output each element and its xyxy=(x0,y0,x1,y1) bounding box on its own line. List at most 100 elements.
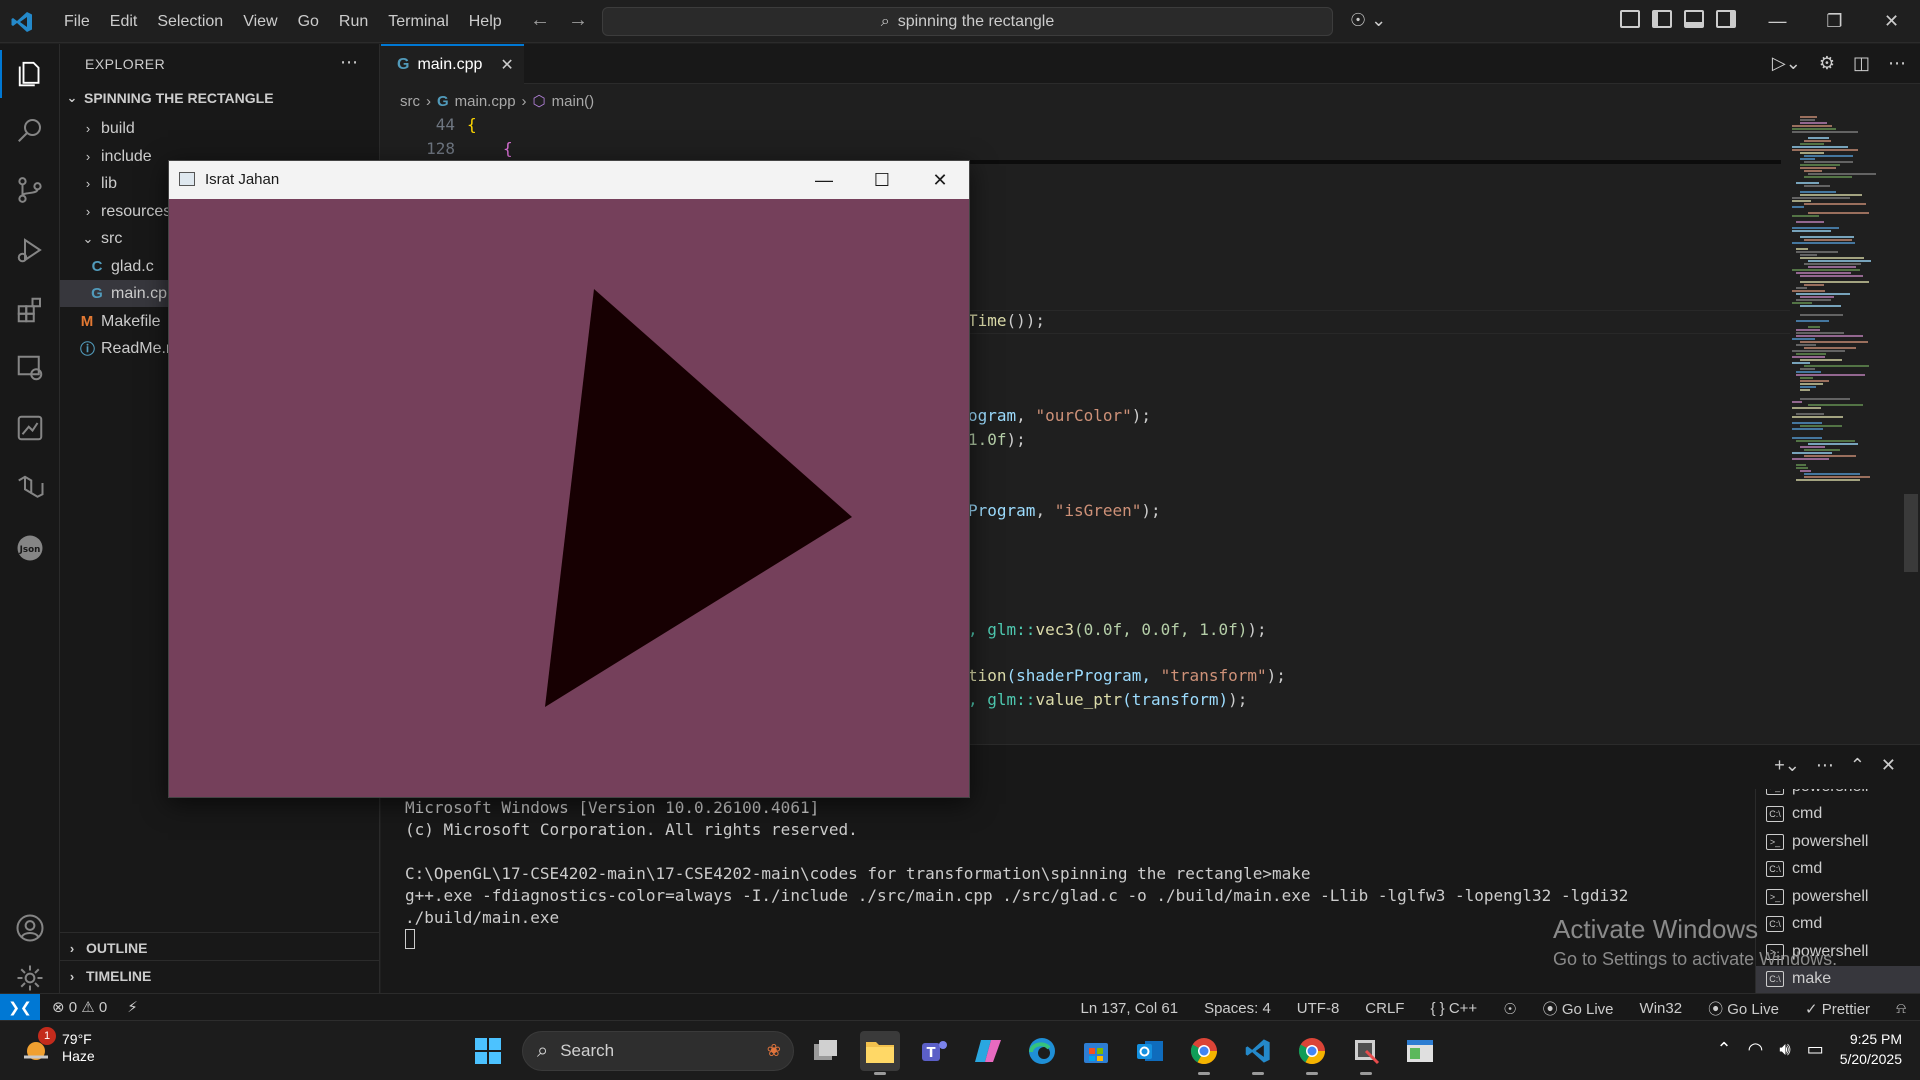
clock[interactable]: 9:25 PM 5/20/2025 xyxy=(1840,1029,1902,1069)
vscode-icon[interactable] xyxy=(1238,1031,1278,1075)
windows-start-icon[interactable] xyxy=(468,1031,508,1071)
menu-go[interactable]: Go xyxy=(288,13,329,31)
remote-indicator-icon[interactable]: ❯❮ xyxy=(0,994,40,1020)
more-actions-icon[interactable]: ⋯ xyxy=(1816,755,1834,776)
opengl-canvas[interactable] xyxy=(169,199,969,797)
tree-folder-build[interactable]: › build xyxy=(82,115,135,142)
menu-run[interactable]: Run xyxy=(329,13,378,31)
menu-file[interactable]: File xyxy=(54,13,100,31)
volume-icon[interactable]: 🔊︎ xyxy=(1779,1039,1790,1060)
breadcrumb-symbol[interactable]: main() xyxy=(552,93,595,110)
glfw-render-window[interactable]: Israt Jahan — ☐ ✕ xyxy=(168,160,970,798)
close-icon[interactable]: ✕ xyxy=(1863,0,1920,43)
run-debug-icon[interactable] xyxy=(0,226,60,274)
wifi-icon[interactable]: ◠ xyxy=(1748,1039,1764,1060)
split-editor-icon[interactable]: ◫ xyxy=(1853,53,1870,74)
copilot-icon[interactable] xyxy=(968,1031,1008,1071)
more-actions-icon[interactable]: ⋯ xyxy=(1888,53,1906,74)
toggle-primary-sidebar-icon[interactable] xyxy=(1652,10,1672,28)
tree-folder-src[interactable]: ⌄ src xyxy=(82,225,123,252)
source-control-icon[interactable] xyxy=(0,166,60,214)
snipping-tool-icon[interactable] xyxy=(1346,1031,1386,1075)
command-center[interactable]: ⌕ spinning the rectangle xyxy=(602,7,1333,36)
breadcrumb-file[interactable]: main.cpp xyxy=(455,93,516,110)
more-actions-icon[interactable]: ⋯ xyxy=(340,52,358,73)
line-ending[interactable]: CRLF xyxy=(1365,1000,1404,1017)
terminal-session-cmd[interactable]: C:\ cmd xyxy=(1756,801,1920,828)
platform[interactable]: Win32 xyxy=(1640,1000,1683,1017)
back-arrow-icon[interactable]: ← xyxy=(530,9,550,32)
terminal-session-powershell[interactable]: >_ powershell xyxy=(1756,789,1920,800)
extensions-icon[interactable] xyxy=(0,286,60,334)
encoding[interactable]: UTF-8 xyxy=(1297,1000,1340,1017)
tree-file-glad-c[interactable]: C glad.c xyxy=(90,253,154,280)
close-panel-icon[interactable]: ✕ xyxy=(1881,755,1896,776)
menu-terminal[interactable]: Terminal xyxy=(378,13,458,31)
account-icon[interactable] xyxy=(0,904,60,952)
explorer-icon[interactable] xyxy=(0,50,60,98)
timeline-section-header[interactable]: › TIMELINE xyxy=(66,968,152,984)
battery-icon[interactable]: ▭ xyxy=(1807,1039,1824,1060)
menu-edit[interactable]: Edit xyxy=(100,13,148,31)
language-mode[interactable]: { } C++ xyxy=(1430,1000,1477,1017)
file-explorer-icon[interactable] xyxy=(860,1031,900,1075)
settings-gear-icon[interactable] xyxy=(0,964,60,992)
copilot-status-icon[interactable]: ☉ xyxy=(1503,1000,1516,1018)
menu-selection[interactable]: Selection xyxy=(147,13,233,31)
tree-folder-resources[interactable]: › resources xyxy=(82,198,171,225)
minimap[interactable] xyxy=(1782,112,1904,492)
tree-file-makefile[interactable]: M Makefile xyxy=(80,308,161,335)
lightning-icon[interactable]: ⚡ xyxy=(127,998,138,1016)
go-live-button-1[interactable]: ⦿ Go Live xyxy=(1543,998,1614,1019)
chrome-icon[interactable] xyxy=(1184,1031,1224,1075)
remote-explorer-icon[interactable] xyxy=(0,344,60,392)
laravel-icon[interactable] xyxy=(0,464,60,512)
tab-close-icon[interactable]: ✕ xyxy=(500,55,513,75)
prettier-button[interactable]: ✓ Prettier xyxy=(1805,1000,1870,1018)
show-hidden-icons-chevron-icon[interactable]: ⌃ xyxy=(1717,1039,1732,1060)
drawio-icon[interactable] xyxy=(0,404,60,452)
forward-arrow-icon[interactable]: → xyxy=(568,9,588,32)
task-view-icon[interactable] xyxy=(806,1031,846,1071)
restore-icon[interactable]: ❐ xyxy=(1806,0,1863,43)
weather-widget[interactable]: 1 79°F Haze xyxy=(22,1027,95,1065)
teams-icon[interactable]: T xyxy=(914,1031,954,1071)
minimize-icon[interactable]: — xyxy=(795,161,853,199)
tree-folder-include[interactable]: › include xyxy=(82,143,152,170)
project-folder-header[interactable]: ⌄ SPINNING THE RECTANGLE xyxy=(66,90,274,106)
maximize-icon[interactable]: ☐ xyxy=(853,161,911,199)
minimize-icon[interactable]: — xyxy=(1749,0,1806,43)
cursor-position[interactable]: Ln 137, Col 61 xyxy=(1081,1000,1179,1017)
editor-scrollbar[interactable] xyxy=(1904,494,1918,572)
settings-gear-icon[interactable]: ⚙ xyxy=(1819,53,1835,74)
edge-icon[interactable] xyxy=(1022,1031,1062,1071)
glfw-app-taskbar-icon[interactable] xyxy=(1400,1031,1440,1071)
go-live-button-2[interactable]: ⦿ Go Live xyxy=(1708,998,1779,1019)
microsoft-store-icon[interactable] xyxy=(1076,1031,1116,1071)
chrome-icon-2[interactable] xyxy=(1292,1031,1332,1075)
toggle-secondary-sidebar-icon[interactable] xyxy=(1716,10,1736,28)
copilot-icon[interactable]: ☉ ⌄ xyxy=(1350,10,1386,31)
tab-main-cpp[interactable]: G main.cpp ✕ xyxy=(381,44,524,84)
close-icon[interactable]: ✕ xyxy=(911,161,969,199)
terminal-session-powershell[interactable]: >_ powershell xyxy=(1756,828,1920,855)
terminal-session-cmd[interactable]: C:\ cmd xyxy=(1756,856,1920,883)
outlook-icon[interactable] xyxy=(1130,1031,1170,1071)
notifications-bell-icon[interactable]: ⍾ xyxy=(1896,1000,1906,1017)
json-icon[interactable]: Json xyxy=(0,524,60,572)
problems-indicator[interactable]: ⊗ 0 ⚠ 0 xyxy=(52,998,107,1016)
new-terminal-icon[interactable]: +⌄ xyxy=(1774,755,1800,776)
menu-help[interactable]: Help xyxy=(459,13,512,31)
toggle-panel-icon[interactable] xyxy=(1684,10,1704,28)
indentation[interactable]: Spaces: 4 xyxy=(1204,1000,1271,1017)
maximize-panel-icon[interactable]: ⌃ xyxy=(1850,755,1865,776)
search-icon[interactable] xyxy=(0,106,60,154)
glfw-title-bar[interactable]: Israt Jahan — ☐ ✕ xyxy=(169,161,969,199)
customize-layout-icon[interactable] xyxy=(1620,10,1640,28)
run-dropdown-icon[interactable]: ▷⌄ xyxy=(1772,53,1801,74)
breadcrumb-src[interactable]: src xyxy=(400,93,420,110)
terminal-output[interactable]: Microsoft Windows [Version 10.0.26100.40… xyxy=(405,797,1628,951)
tree-folder-lib[interactable]: › lib xyxy=(82,170,117,197)
outline-section-header[interactable]: › OUTLINE xyxy=(66,940,148,956)
menu-view[interactable]: View xyxy=(233,13,287,31)
